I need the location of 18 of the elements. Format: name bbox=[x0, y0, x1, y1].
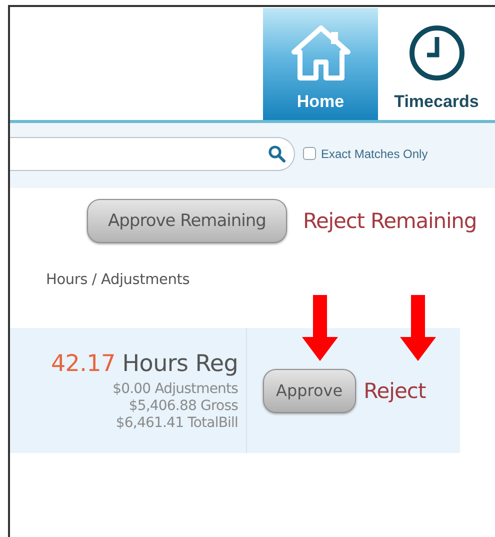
adjustments-amount: $0.00 Adjustments bbox=[112, 381, 238, 398]
house-icon bbox=[290, 24, 352, 82]
search-icon[interactable] bbox=[268, 144, 286, 162]
reject-link[interactable]: Reject bbox=[364, 378, 426, 402]
checkbox[interactable] bbox=[303, 147, 316, 160]
hours-total: 42.17 Hours Reg bbox=[50, 350, 238, 379]
gross-amount: $5,406.88 Gross bbox=[128, 398, 238, 415]
total-bill-amount: $6,461.41 TotalBill bbox=[116, 415, 238, 432]
clock-icon bbox=[408, 24, 466, 82]
nav-tab[interactable]: Home bbox=[263, 8, 378, 120]
checkbox-label: Exact Matches Only bbox=[321, 146, 428, 160]
column-header: Hours / Adjustments bbox=[46, 272, 191, 290]
approve-button[interactable]: Approve bbox=[263, 368, 356, 412]
arrow-icon bbox=[400, 295, 436, 361]
arrow-icon bbox=[302, 295, 338, 361]
reject-remaining-link[interactable]: Reject Remaining bbox=[302, 209, 477, 233]
search-field[interactable] bbox=[10, 136, 295, 170]
approve-remaining-button[interactable]: Approve Remaining bbox=[87, 199, 287, 243]
